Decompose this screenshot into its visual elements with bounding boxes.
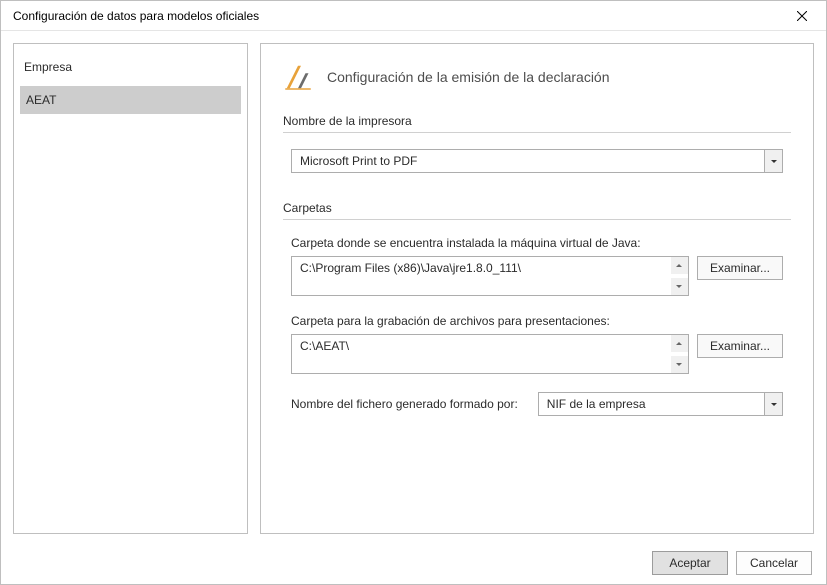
sidebar-item-aeat[interactable]: AEAT: [20, 86, 241, 114]
titlebar: Configuración de datos para modelos ofic…: [1, 1, 826, 31]
printer-dropdown[interactable]: Microsoft Print to PDF: [291, 149, 783, 173]
printer-value: Microsoft Print to PDF: [292, 150, 764, 172]
record-folder-row: C:\AEAT\ Examinar...: [291, 334, 783, 374]
filename-label: Nombre del fichero generado formado por:: [291, 397, 518, 411]
record-folder-label: Carpeta para la grabación de archivos pa…: [291, 314, 783, 328]
filename-value: NIF de la empresa: [539, 393, 764, 415]
sidebar-header: Empresa: [20, 60, 241, 86]
footer: Aceptar Cancelar: [1, 542, 826, 584]
java-folder-row: C:\Program Files (x86)\Java\jre1.8.0_111…: [291, 256, 783, 296]
agency-logo-icon: [283, 62, 313, 92]
java-folder-label: Carpeta donde se encuentra instalada la …: [291, 236, 783, 250]
scroll-down-button[interactable]: [671, 356, 688, 373]
main-panel: Configuración de la emisión de la declar…: [260, 43, 814, 534]
java-scrollbar: [671, 257, 688, 295]
sidebar: Empresa AEAT: [13, 43, 248, 534]
close-button[interactable]: [779, 2, 824, 30]
chevron-down-icon[interactable]: [764, 150, 782, 172]
chevron-down-icon: [676, 363, 682, 366]
record-browse-button[interactable]: Examinar...: [697, 334, 783, 358]
scroll-down-button[interactable]: [671, 278, 688, 295]
printer-section-label: Nombre de la impresora: [283, 114, 791, 133]
chevron-up-icon: [676, 342, 682, 345]
java-folder-input[interactable]: C:\Program Files (x86)\Java\jre1.8.0_111…: [291, 256, 689, 296]
chevron-down-icon[interactable]: [764, 393, 782, 415]
chevron-down-icon: [676, 285, 682, 288]
record-folder-value: C:\AEAT\: [292, 335, 671, 373]
java-folder-value: C:\Program Files (x86)\Java\jre1.8.0_111…: [292, 257, 671, 295]
filename-row: Nombre del fichero generado formado por:…: [291, 392, 783, 416]
close-icon: [797, 11, 807, 21]
folders-section-label: Carpetas: [283, 201, 791, 220]
filename-dropdown[interactable]: NIF de la empresa: [538, 392, 783, 416]
main-heading: Configuración de la emisión de la declar…: [327, 69, 610, 85]
record-folder-input[interactable]: C:\AEAT\: [291, 334, 689, 374]
java-browse-button[interactable]: Examinar...: [697, 256, 783, 280]
content-area: Empresa AEAT Configuración de la emisión…: [1, 31, 826, 542]
record-scrollbar: [671, 335, 688, 373]
chevron-up-icon: [676, 264, 682, 267]
window-title: Configuración de datos para modelos ofic…: [13, 9, 259, 23]
accept-button[interactable]: Aceptar: [652, 551, 728, 575]
cancel-button[interactable]: Cancelar: [736, 551, 812, 575]
scroll-up-button[interactable]: [671, 335, 688, 352]
main-header: Configuración de la emisión de la declar…: [283, 62, 791, 92]
dialog-window: Configuración de datos para modelos ofic…: [0, 0, 827, 585]
scroll-up-button[interactable]: [671, 257, 688, 274]
